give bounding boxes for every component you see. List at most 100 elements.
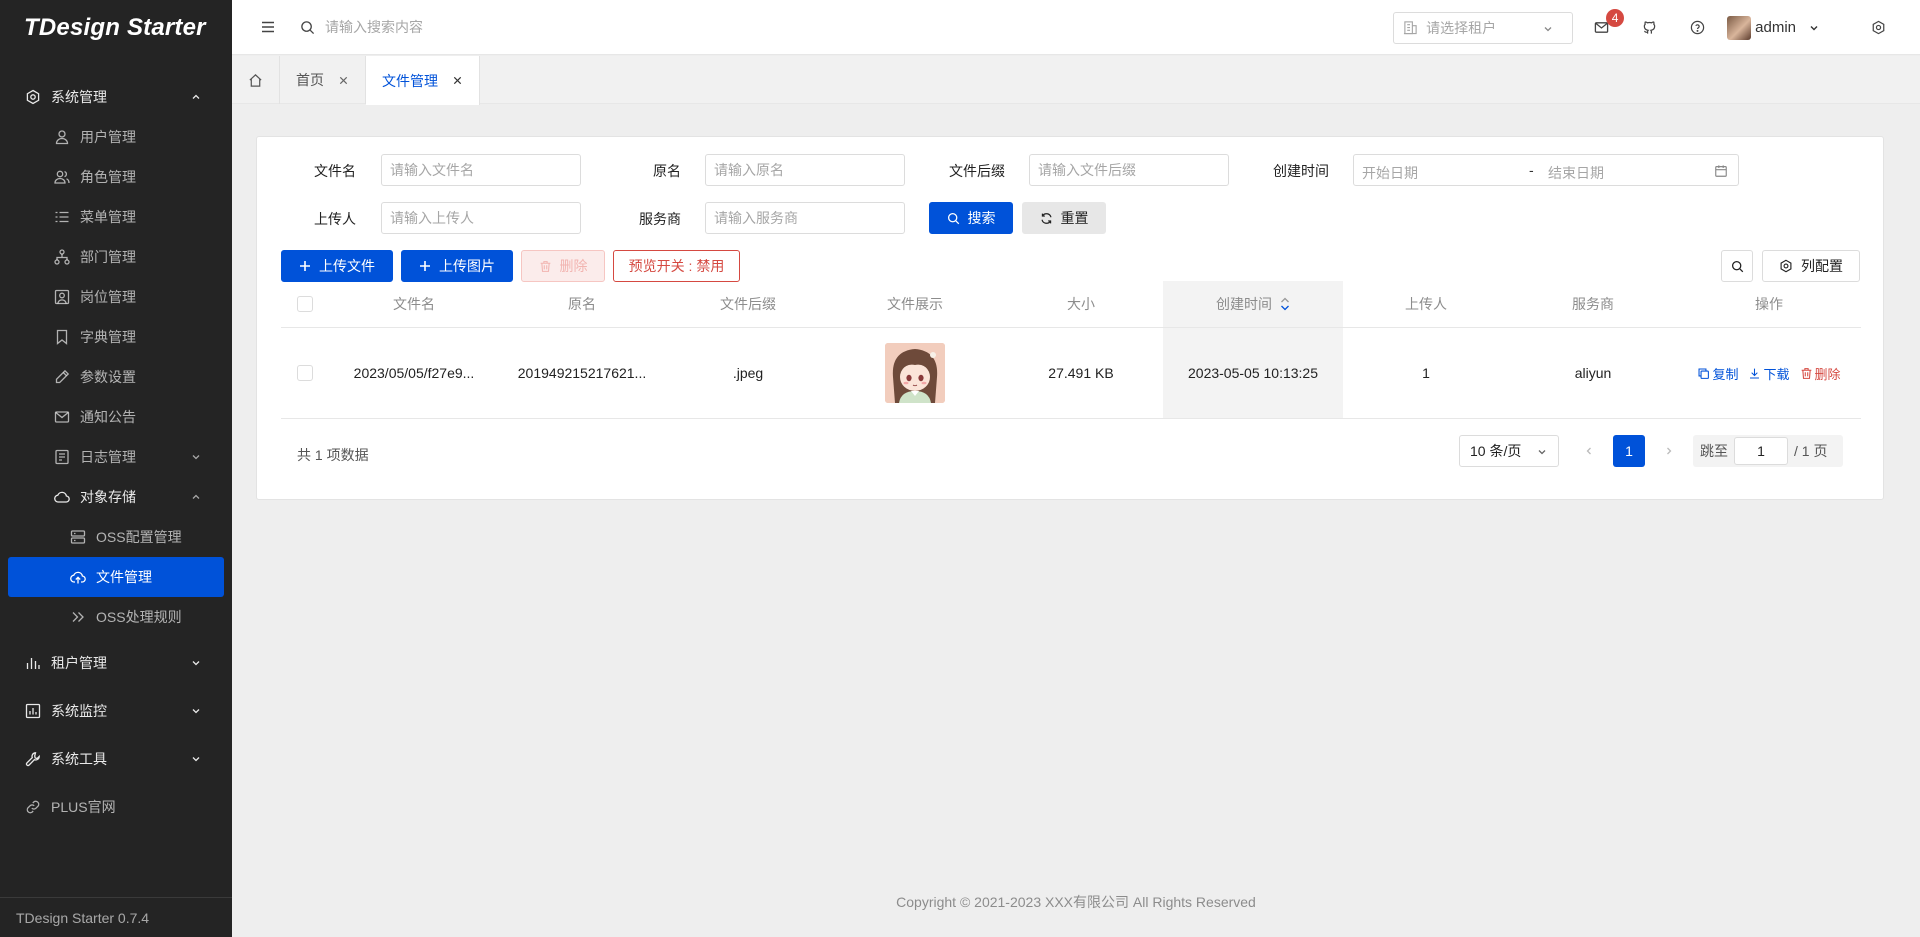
sidebar-item-label: 角色管理 [80,169,136,185]
file-preview-thumbnail[interactable] [885,343,945,403]
column-header-created-label: 创建时间 [1216,296,1272,312]
sidebar-item-oss-config[interactable]: OSS配置管理 [0,517,232,557]
page-jumper: 跳至 / 1 页 [1693,435,1843,467]
sidebar-group-label: PLUS官网 [51,799,116,815]
start-date-placeholder[interactable]: 开始日期 [1362,163,1418,183]
calendar-icon [1714,164,1728,178]
users-icon [54,169,70,185]
menu-toggle-button[interactable] [252,11,284,43]
copy-link[interactable]: 复制 [1697,364,1738,383]
help-button[interactable] [1681,12,1713,44]
column-header-size: 大小 [1067,296,1095,312]
original-name-input[interactable] [705,154,905,186]
chevron-down-icon [190,451,202,463]
cell-preview [831,328,999,418]
chevrons-right-icon [70,609,86,625]
sidebar: TDesign Starter 系统管理 用户管理 角色管理 菜单管理 部门管理… [0,0,232,937]
cell-size: 27.491 KB [1048,365,1114,381]
end-date-placeholder[interactable]: 结束日期 [1548,163,1604,183]
sidebar-item-label: 岗位管理 [80,289,136,305]
edit-icon [54,369,70,385]
chevron-down-icon [1542,23,1554,35]
tab-homepage[interactable]: 首页 [280,56,366,104]
suffix-input[interactable] [1029,154,1229,186]
sidebar-group-tools[interactable]: 系统工具 [0,737,232,781]
select-all-checkbox[interactable] [297,296,313,312]
chevron-down-icon [190,753,202,765]
tab-home-icon-button[interactable] [232,56,280,104]
sidebar-item-menus[interactable]: 菜单管理 [0,197,232,237]
user-menu[interactable]: admin [1727,15,1820,40]
close-icon[interactable] [338,75,349,86]
building-icon [1403,20,1418,35]
user-icon [54,129,70,145]
github-button[interactable] [1633,12,1665,44]
row-checkbox[interactable] [297,365,313,381]
tab-file-management[interactable]: 文件管理 [366,56,480,105]
header-actions: 请选择租户 4 admin [1393,0,1920,55]
sidebar-item-oss-rules[interactable]: OSS处理规则 [0,597,232,637]
uploader-input[interactable] [381,202,581,234]
page-size-select[interactable]: 10 条/页 [1459,435,1559,467]
sidebar-item-notices[interactable]: 通知公告 [0,397,232,437]
global-search-input[interactable] [325,19,565,35]
chevron-down-icon [190,657,202,669]
bookmark-icon [54,329,70,345]
close-icon[interactable] [452,75,463,86]
next-page-button[interactable] [1653,435,1685,467]
sidebar-item-users[interactable]: 用户管理 [0,117,232,157]
column-header-created[interactable]: 创建时间 [1163,281,1343,327]
sidebar-item-roles[interactable]: 角色管理 [0,157,232,197]
username: admin [1755,19,1796,36]
plus-icon [419,260,431,272]
version-label: TDesign Starter 0.7.4 [0,897,232,937]
settings-button[interactable] [1862,12,1894,44]
page-number-button[interactable]: 1 [1613,435,1645,467]
sidebar-group-system[interactable]: 系统管理 [0,77,232,117]
sidebar-item-label: 日志管理 [80,449,136,465]
sidebar-item-posts[interactable]: 岗位管理 [0,277,232,317]
filter-label-original-name: 原名 [653,163,681,179]
upload-image-button[interactable]: 上传图片 [401,250,513,282]
sidebar-group-monitor[interactable]: 系统监控 [0,689,232,733]
sidebar-group-plus-site[interactable]: PLUS官网 [0,785,232,829]
upload-file-button[interactable]: 上传文件 [281,250,393,282]
file-name-input[interactable] [381,154,581,186]
cell-suffix: .jpeg [732,365,764,381]
mail-icon [54,409,70,425]
jump-page-input[interactable] [1734,437,1788,465]
copyright-footer: Copyright © 2021-2023 XXX有限公司 All Rights… [896,894,1256,910]
prev-page-button[interactable] [1573,435,1605,467]
app-logo[interactable]: TDesign Starter [0,0,232,55]
batch-delete-button[interactable]: 删除 [521,250,605,282]
table-search-button[interactable] [1721,250,1753,282]
tool-icon [25,751,41,767]
chart-bar-icon [25,655,41,671]
sidebar-item-object-storage[interactable]: 对象存储 [0,477,232,517]
table-header-row: 文件名 原名 文件后缀 文件展示 大小 创建时间 上传人 服务商 操作 [281,281,1861,328]
tenant-select[interactable]: 请选择租户 [1393,11,1574,44]
column-header-actions: 操作 [1755,296,1783,312]
filter-label-created: 创建时间 [1273,163,1329,179]
notification-button[interactable]: 4 [1585,8,1625,44]
column-config-button[interactable]: 列配置 [1762,250,1860,282]
sidebar-item-file-management[interactable]: 文件管理 [8,557,224,597]
sidebar-item-departments[interactable]: 部门管理 [0,237,232,277]
preview-toggle-button[interactable]: 预览开关 : 禁用 [613,250,740,282]
download-link[interactable]: 下载 [1748,364,1790,383]
sort-icon[interactable] [1280,297,1290,311]
delete-link[interactable]: 删除 [1800,364,1841,383]
sidebar-item-dictionary[interactable]: 字典管理 [0,317,232,357]
sidebar-group-tenant[interactable]: 租户管理 [0,641,232,685]
link-icon [25,799,41,815]
created-date-range[interactable]: 开始日期 - 结束日期 [1353,154,1739,186]
provider-input[interactable] [705,202,905,234]
sidebar-item-logs[interactable]: 日志管理 [0,437,232,477]
sidebar-item-params[interactable]: 参数设置 [0,357,232,397]
reset-button[interactable]: 重置 [1022,202,1106,234]
sidebar-group-label: 系统工具 [51,751,107,767]
column-header-file-name: 文件名 [393,296,435,312]
search-button[interactable]: 搜索 [929,202,1013,234]
file-icon [54,449,70,465]
sidebar-item-label: 用户管理 [80,129,136,145]
